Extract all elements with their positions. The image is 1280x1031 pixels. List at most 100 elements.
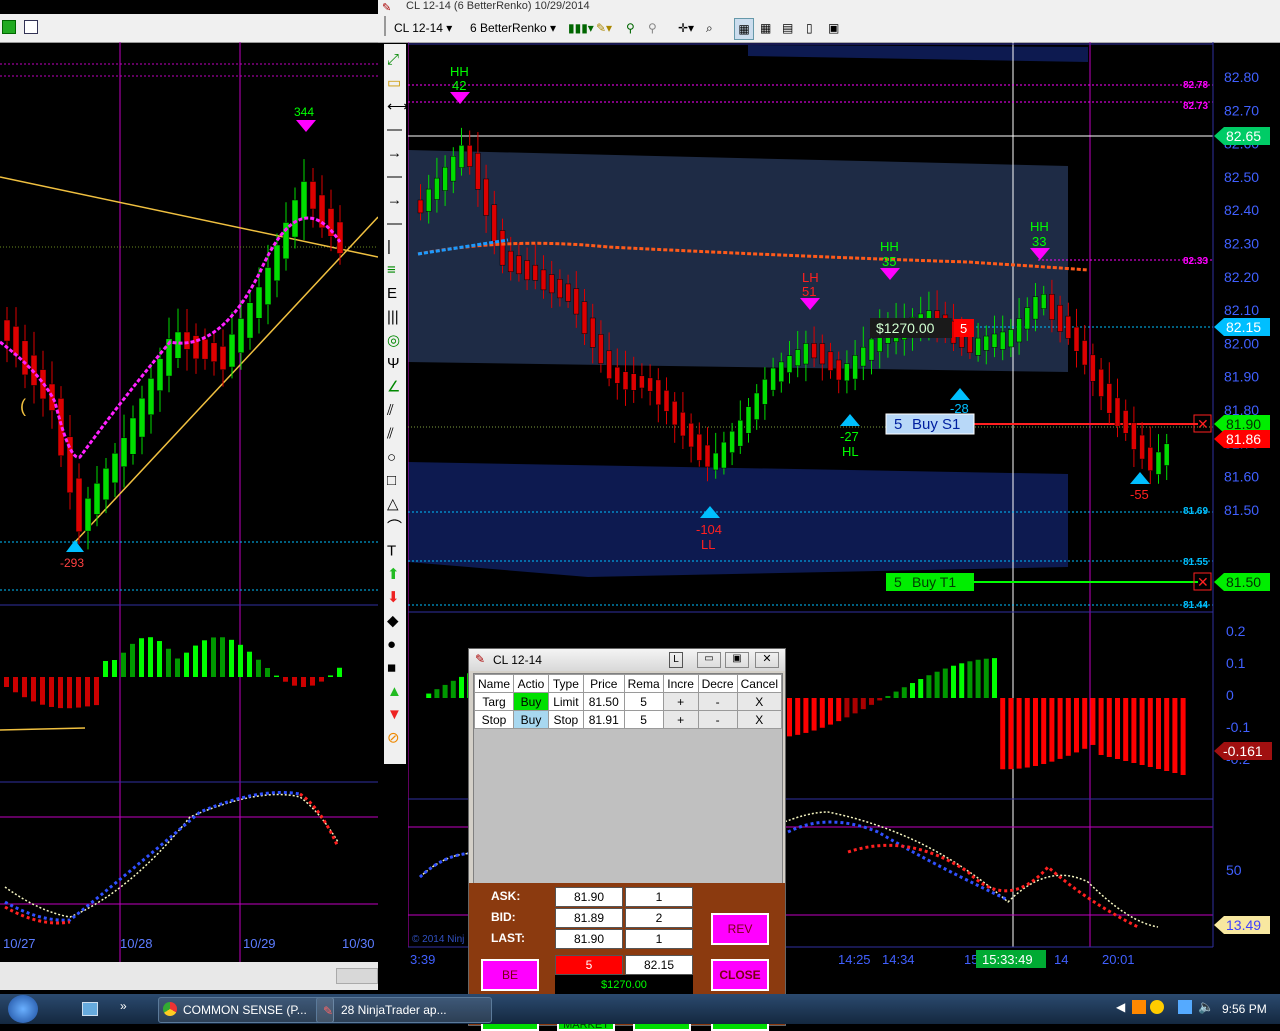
chevron-right-icon[interactable]: » <box>120 999 127 1013</box>
candle <box>606 350 612 379</box>
pencil-icon[interactable]: ✎▾ <box>596 18 612 38</box>
hh-value-3: 33 <box>1032 234 1046 249</box>
crosshair-icon[interactable]: ✛▾ <box>678 18 694 38</box>
candle <box>1081 340 1088 366</box>
histogram-bar <box>869 698 874 705</box>
osc-axis-label: -0.1 <box>1226 719 1250 735</box>
candle <box>991 333 998 348</box>
left-candle <box>147 378 155 415</box>
triangle-down-icon: ▼ <box>387 706 402 723</box>
strategy-icon[interactable]: ⚲ <box>648 18 657 38</box>
last-label: LAST: <box>491 931 525 945</box>
lock-button[interactable]: L <box>669 652 683 668</box>
hh-label-2: HH <box>880 239 899 254</box>
candle <box>786 355 793 373</box>
left-candle <box>255 286 263 319</box>
time-axis-label: 14:34 <box>882 952 915 967</box>
histogram-bar <box>885 695 891 698</box>
maximize-button[interactable]: ▣ <box>725 652 749 668</box>
histogram-bar <box>795 698 801 735</box>
left-histogram-bar <box>274 675 279 677</box>
trend-channel-icon: ⫽ <box>386 425 394 442</box>
bar-type-select[interactable]: 6 BetterRenko ▾ <box>470 18 556 38</box>
increase-button[interactable]: + <box>662 710 699 729</box>
close-window-button[interactable]: ✕ <box>755 652 779 668</box>
minimize-button[interactable]: ▭ <box>697 652 721 668</box>
volume-icon[interactable]: 🔈 <box>1198 999 1214 1015</box>
reverse-button[interactable]: REV <box>711 913 769 945</box>
price-axis-label: 81.50 <box>1224 502 1259 518</box>
histogram-bar <box>803 698 809 733</box>
instrument-select[interactable]: CL 12-14 ▾ <box>394 18 452 38</box>
col-header: Type <box>547 674 584 693</box>
taskbar-item-ninjatrader[interactable]: ✎ 28 NinjaTrader ap... <box>316 997 492 1023</box>
order-action[interactable]: Buy <box>513 710 549 729</box>
table-row[interactable]: Stop Buy Stop 81.91 5 + - X <box>473 710 783 729</box>
left-candle <box>201 338 209 360</box>
close-position-button[interactable]: CLOSE <box>711 959 769 991</box>
chart-trader-icon[interactable]: ▤ <box>782 18 793 38</box>
arc-icon: ⌒ <box>387 519 402 536</box>
histogram-bar <box>1131 698 1137 763</box>
toolbar-grip <box>384 16 386 36</box>
taskbar-item-chrome[interactable]: COMMON SENSE (P... <box>158 997 334 1023</box>
window-linking-icon[interactable]: ▣ <box>828 18 839 38</box>
average-price: 82.15 <box>625 955 693 975</box>
order-action[interactable]: Buy <box>513 692 549 711</box>
add-indicator-icon[interactable]: ⚲ <box>626 18 635 38</box>
left-histogram-bar <box>256 659 261 677</box>
dollar-icon[interactable] <box>2 20 16 34</box>
window-icon[interactable] <box>24 20 38 34</box>
left-top-label: 344 <box>294 105 314 119</box>
hl-marker <box>840 414 860 426</box>
taskbar-clock[interactable]: 9:56 PM <box>1222 1002 1267 1016</box>
decrease-button[interactable]: - <box>697 692 738 711</box>
candle <box>647 377 653 392</box>
decrease-button[interactable]: - <box>697 710 738 729</box>
candle <box>983 335 990 351</box>
show-desktop-icon[interactable] <box>82 1002 98 1016</box>
chart-style-icon[interactable]: ▮▮▮▾ <box>568 18 594 38</box>
tray-app-icon[interactable] <box>1132 1000 1146 1014</box>
candle <box>745 406 752 434</box>
candle <box>1147 447 1154 471</box>
candle <box>737 420 744 447</box>
start-button[interactable] <box>8 995 38 1023</box>
arrow-line-icon: → <box>387 191 402 208</box>
osc-axis-label: 0.1 <box>1226 655 1246 671</box>
candle <box>1008 329 1014 348</box>
order-price[interactable]: 81.50 <box>582 692 625 711</box>
order-price[interactable]: 81.91 <box>582 710 625 729</box>
left-scroll-thumb[interactable] <box>336 968 378 984</box>
print-icon[interactable]: ▯ <box>806 18 813 38</box>
cancel-order-button[interactable]: X <box>736 692 783 711</box>
drawing-tools-icons[interactable]: ⤢ ▭ ⟷ — → — → — | ≡ E ||| ◎ Ψ ∠ ⫽ ⫽ ○ □ △ ⌒ T ⬆ ⬇ ◆ ● ■ ▲ ▼ ⊘ <box>384 44 406 764</box>
tray-expand-icon[interactable]: ◀ <box>1116 1000 1125 1014</box>
candle <box>975 337 981 356</box>
left-histogram-bar <box>211 637 216 677</box>
left-histogram-bar <box>13 677 18 693</box>
left-histogram-bar <box>283 677 288 682</box>
candle <box>1032 296 1039 320</box>
buy-s1-qty: 5 <box>894 416 902 433</box>
hh-value-2: 35 <box>882 254 896 269</box>
price-axis-label: 82.40 <box>1224 202 1259 218</box>
left-price-chart[interactable]: -293 344 ( 10/27 10/28 10/29 10/30 <box>0 42 378 962</box>
breakeven-button[interactable]: BE <box>481 959 539 991</box>
increase-button[interactable]: + <box>662 692 699 711</box>
risk-reward-icon: ⟷ <box>387 98 406 115</box>
zoom-icon[interactable]: ⌕ <box>706 18 713 38</box>
properties-icon[interactable]: ▦ <box>734 18 754 40</box>
col-header: Name <box>473 674 515 693</box>
osc-axis-label: 0.2 <box>1226 623 1246 639</box>
tray-app-icon-2[interactable] <box>1150 1000 1164 1014</box>
data-box-icon[interactable]: ▦ <box>760 18 771 38</box>
cancel-order-button[interactable]: X <box>736 710 783 729</box>
table-row[interactable]: Targ Buy Limit 81.50 5 + - X <box>473 692 783 711</box>
candle <box>680 412 686 437</box>
hh-value-1: 42 <box>452 78 466 93</box>
candle <box>712 452 719 471</box>
histogram-bar <box>1033 698 1038 766</box>
network-icon[interactable] <box>1178 1000 1192 1014</box>
pnl-qty: 5 <box>960 321 967 336</box>
